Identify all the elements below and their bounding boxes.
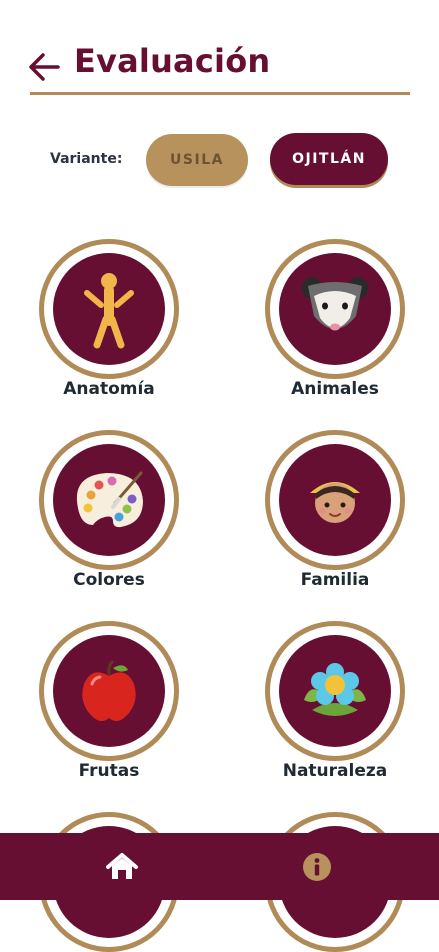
variant-option-ojitlan[interactable]: OJITLÁN — [270, 133, 388, 185]
category-label: Colores — [73, 570, 145, 590]
header: Evaluación — [0, 0, 439, 100]
category-ring — [39, 430, 179, 570]
category-ring — [265, 621, 405, 761]
child-face-icon — [310, 482, 360, 523]
variant-label: Variante: — [50, 151, 123, 167]
header-divider — [30, 92, 410, 95]
category-label: Animales — [291, 379, 379, 399]
category-ring — [265, 239, 405, 379]
category-ring — [265, 430, 405, 570]
back-arrow-icon[interactable] — [28, 52, 60, 82]
info-icon — [303, 853, 331, 881]
category-label: Naturaleza — [282, 761, 388, 781]
category-ring — [39, 621, 179, 761]
home-button[interactable] — [102, 847, 142, 887]
category-label: Familia — [300, 570, 370, 590]
home-icon — [106, 853, 138, 879]
page-title: Evaluación — [74, 42, 271, 80]
palette-icon — [76, 471, 143, 528]
category-ring — [39, 239, 179, 379]
variant-option-usila[interactable]: USILA — [146, 134, 248, 186]
human-figure-icon — [84, 273, 134, 349]
info-button[interactable] — [297, 847, 337, 887]
apple-icon — [82, 660, 136, 721]
category-label: Anatomía — [63, 379, 155, 399]
category-label: Frutas — [78, 761, 140, 781]
bottom-navigation — [0, 833, 439, 900]
opossum-icon — [302, 277, 368, 331]
flower-icon — [304, 663, 366, 716]
